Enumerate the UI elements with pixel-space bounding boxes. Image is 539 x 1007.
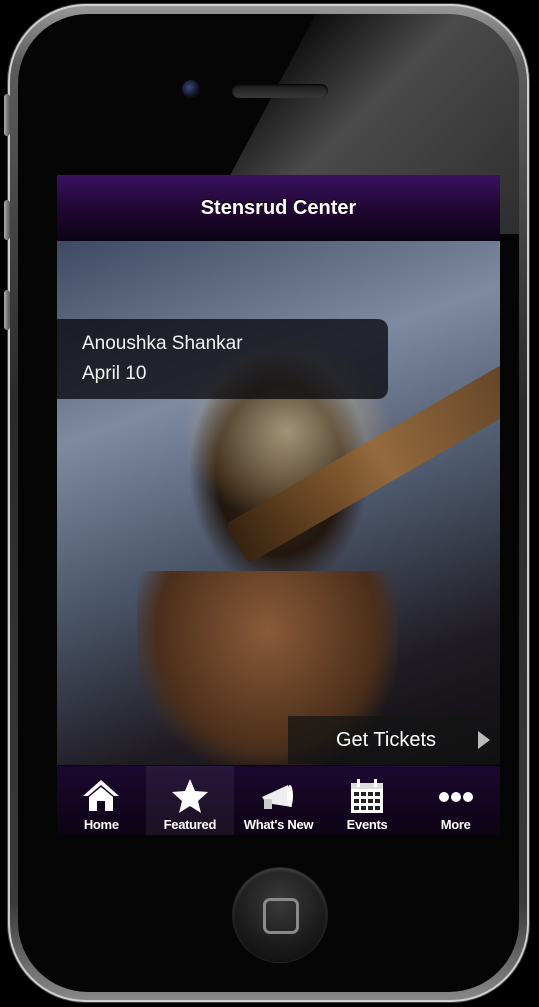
mute-switch xyxy=(4,94,10,136)
play-arrow-icon xyxy=(478,731,490,749)
app-screen: Stensrud Center Anoushka Shankar April 1… xyxy=(57,175,500,835)
featured-slide-image[interactable]: Anoushka Shankar April 10 Get Tickets xyxy=(57,241,500,809)
tab-whats-new[interactable]: What's New xyxy=(234,766,323,835)
earpiece-speaker xyxy=(232,84,328,98)
get-tickets-button[interactable]: Get Tickets xyxy=(288,716,500,764)
megaphone-icon xyxy=(262,785,294,809)
home-icon xyxy=(83,780,120,811)
home-button-square-icon xyxy=(263,898,299,934)
tab-label: Home xyxy=(83,817,119,832)
event-date: April 10 xyxy=(82,363,147,384)
tab-bar: Home Featured What's New Events More xyxy=(57,765,500,835)
tab-featured[interactable]: Featured xyxy=(145,766,235,835)
front-camera xyxy=(182,80,200,98)
tab-label: What's New xyxy=(243,817,314,832)
volume-down-button xyxy=(4,290,10,330)
tab-label: More xyxy=(440,817,471,832)
tab-events[interactable]: Events xyxy=(323,766,412,835)
calendar-icon xyxy=(351,779,384,813)
tab-label: Events xyxy=(346,817,388,832)
page-title: Stensrud Center xyxy=(200,196,357,219)
volume-up-button xyxy=(4,200,10,240)
star-icon xyxy=(171,779,208,813)
get-tickets-label: Get Tickets xyxy=(336,728,437,751)
tab-more[interactable]: More xyxy=(411,766,500,835)
event-caption: Anoushka Shankar April 10 xyxy=(57,319,388,399)
more-dots-icon xyxy=(438,792,473,802)
tab-home[interactable]: Home xyxy=(57,766,146,835)
home-button[interactable] xyxy=(233,868,327,962)
event-name: Anoushka Shankar xyxy=(82,333,243,354)
navigation-bar: Stensrud Center xyxy=(57,175,500,242)
tab-label: Featured xyxy=(163,817,217,832)
